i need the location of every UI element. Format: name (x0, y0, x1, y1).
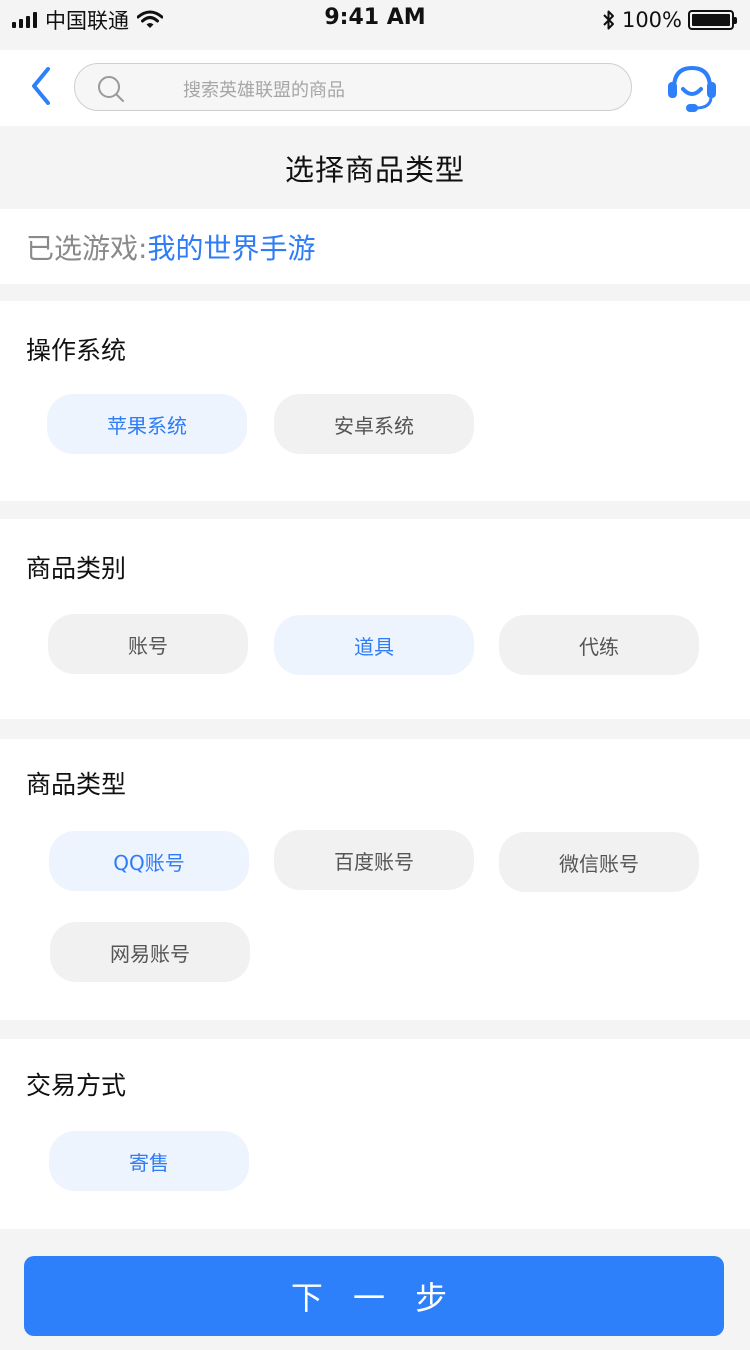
back-button[interactable] (20, 64, 62, 108)
page-title-bar: 选择商品类型 (0, 126, 750, 209)
headset-icon (668, 65, 716, 112)
page-title: 选择商品类型 (284, 152, 465, 187)
chip-type-baidu[interactable]: 百度账号 (274, 830, 474, 890)
selected-game-value[interactable]: 我的世界手游 (147, 227, 315, 267)
chip-trade-consignment[interactable]: 寄售 (49, 1131, 249, 1191)
section-title-trade: 交易方式 (26, 1071, 127, 1100)
next-step-button[interactable]: 下 一 步 (24, 1256, 724, 1336)
search-input[interactable]: 搜索英雄联盟的商品 (74, 63, 632, 111)
chip-category-account[interactable]: 账号 (48, 614, 248, 674)
battery-percent: 100% (621, 8, 682, 32)
section-type: 商品类型 QQ账号 百度账号 微信账号 网易账号 (0, 739, 750, 1020)
chip-type-wechat[interactable]: 微信账号 (499, 832, 699, 892)
customer-service-button[interactable] (664, 62, 720, 114)
chip-type-netease[interactable]: 网易账号 (50, 922, 250, 982)
status-bar: 中国联通 9:41 AM 100% (0, 0, 750, 40)
search-icon (98, 76, 124, 102)
section-title-os: 操作系统 (26, 336, 127, 365)
chip-category-boosting[interactable]: 代练 (499, 615, 699, 675)
selected-game-row: 已选游戏: 我的世界手游 (0, 209, 750, 284)
section-os: 操作系统 苹果系统 安卓系统 (0, 301, 750, 501)
battery-icon (688, 10, 737, 30)
nav-bar: 搜索英雄联盟的商品 (0, 50, 750, 126)
chip-type-qq[interactable]: QQ账号 (49, 831, 249, 891)
chip-os-ios[interactable]: 苹果系统 (47, 394, 247, 454)
search-placeholder: 搜索英雄联盟的商品 (183, 80, 345, 101)
status-bar-right: 100% (602, 6, 737, 34)
chevron-left-icon (32, 67, 50, 105)
section-trade: 交易方式 寄售 (0, 1039, 750, 1229)
section-title-category: 商品类别 (26, 554, 127, 583)
chip-os-android[interactable]: 安卓系统 (274, 394, 474, 454)
section-title-type: 商品类型 (26, 770, 127, 799)
section-category: 商品类别 账号 道具 代练 (0, 519, 750, 719)
selected-game-label: 已选游戏: (26, 231, 148, 265)
chip-category-item[interactable]: 道具 (274, 615, 474, 675)
bluetooth-icon (603, 10, 614, 30)
